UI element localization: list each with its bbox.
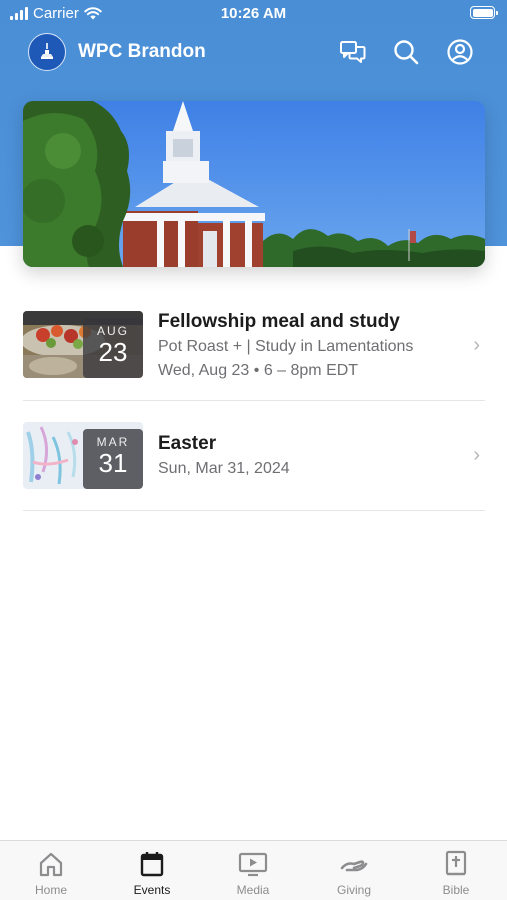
tab-bar: Home Events Media Giving Bible: [0, 840, 507, 900]
event-row-easter[interactable]: MAR 31 Easter Sun, Mar 31, 2024 ›: [23, 422, 485, 511]
profile-icon[interactable]: [446, 38, 474, 66]
calendar-icon: [140, 852, 164, 877]
tab-label: Bible: [442, 883, 470, 897]
tab-label: Media: [236, 883, 270, 897]
status-bar: Carrier 10:26 AM: [0, 0, 507, 28]
badge-month: MAR: [96, 435, 130, 449]
date-badge: MAR 31: [83, 429, 143, 489]
hero-image[interactable]: [23, 101, 485, 267]
event-datetime: Sun, Mar 31, 2024: [158, 460, 290, 477]
chat-bubbles-icon[interactable]: [339, 38, 367, 66]
steeple-icon: [41, 43, 53, 59]
tab-home[interactable]: Home: [11, 850, 91, 897]
tab-label: Giving: [336, 883, 371, 897]
event-row-fellowship[interactable]: AUG 23 Fellowship meal and study Pot Roa…: [23, 311, 485, 401]
battery-icon: [470, 6, 498, 19]
chevron-right-icon: ›: [473, 334, 480, 356]
status-time: 10:26 AM: [220, 5, 287, 22]
event-datetime: Wed, Aug 23 • 6 – 8pm EDT: [158, 362, 359, 379]
church-logo[interactable]: [28, 33, 66, 71]
event-subtitle: Pot Roast + | Study in Lamentations: [158, 338, 414, 355]
chevron-right-icon: ›: [473, 444, 480, 466]
badge-day: 23: [98, 337, 128, 367]
tab-giving[interactable]: Giving: [314, 850, 394, 897]
app-title: WPC Brandon: [78, 41, 206, 62]
date-badge: AUG 23: [83, 318, 143, 378]
event-thumbnail: MAR 31: [23, 422, 143, 489]
app-header: WPC Brandon: [0, 30, 507, 74]
event-thumbnail: AUG 23: [23, 311, 143, 378]
tv-play-icon: [238, 852, 268, 877]
tab-label: Events: [133, 883, 171, 897]
church-steeple-photo: [23, 101, 485, 267]
badge-month: AUG: [96, 324, 129, 338]
tab-media[interactable]: Media: [213, 850, 293, 897]
tab-bible[interactable]: Bible: [416, 850, 496, 897]
search-icon[interactable]: [392, 38, 420, 66]
bible-icon: [445, 850, 467, 876]
event-title: Fellowship meal and study: [158, 311, 400, 332]
event-title: Easter: [158, 433, 217, 454]
tab-events[interactable]: Events: [112, 850, 192, 897]
badge-day: 31: [98, 448, 128, 478]
home-icon: [39, 852, 63, 877]
giving-hand-icon: [340, 860, 368, 872]
tab-label: Home: [34, 883, 67, 897]
